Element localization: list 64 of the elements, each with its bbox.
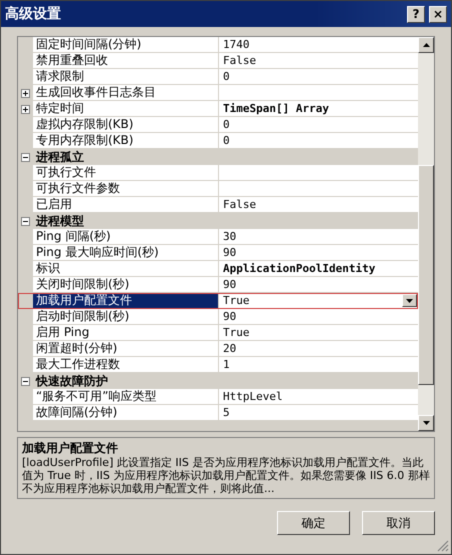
close-button[interactable]: × xyxy=(429,6,447,22)
property-value: True xyxy=(223,325,250,340)
property-name[interactable]: 专用内存限制(KB) xyxy=(33,133,219,149)
scroll-up-button[interactable] xyxy=(418,37,434,53)
up-arrow-icon xyxy=(422,43,430,47)
property-value: 0 xyxy=(223,133,231,148)
property-name[interactable]: Ping 间隔(秒) xyxy=(33,229,219,245)
property-value: False xyxy=(223,197,258,212)
property-value: 0 xyxy=(223,69,231,84)
property-value: TimeSpan[] Array xyxy=(223,101,330,116)
property-name[interactable]: 请求限制 xyxy=(33,69,219,85)
property-value: 1740 xyxy=(223,37,250,52)
property-value: 90 xyxy=(223,277,238,292)
property-name[interactable]: 关闭时间限制(秒) xyxy=(33,277,219,293)
category-label[interactable]: 进程孤立 xyxy=(33,149,84,165)
property-name[interactable]: 已启用 xyxy=(33,197,219,213)
property-value: False xyxy=(223,53,258,68)
property-name[interactable]: 启动时间限制(秒) xyxy=(33,309,219,325)
scroll-down-button[interactable] xyxy=(418,415,434,431)
property-value: 5 xyxy=(223,405,231,420)
selected-row-highlight[interactable]: 加载用户配置文件 True xyxy=(18,293,418,309)
property-value: HttpLevel xyxy=(223,389,284,404)
property-value: 30 xyxy=(223,229,238,244)
property-name[interactable]: 加载用户配置文件 xyxy=(33,293,219,309)
property-name[interactable]: 可执行文件 xyxy=(33,165,219,181)
window-title: 高级设置 xyxy=(5,5,62,23)
scroll-thumb[interactable] xyxy=(418,165,434,385)
collapse-icon[interactable] xyxy=(21,216,30,226)
property-value: 90 xyxy=(223,309,238,324)
down-arrow-icon xyxy=(422,421,430,425)
property-name[interactable]: 标识 xyxy=(33,261,219,277)
dropdown-button[interactable] xyxy=(402,294,417,307)
collapse-icon[interactable] xyxy=(21,152,30,162)
collapse-icon[interactable] xyxy=(21,376,30,386)
property-value: 0 xyxy=(223,117,231,132)
description-title: 加载用户配置文件 xyxy=(22,440,119,456)
property-name[interactable]: Ping 最大响应时间(秒) xyxy=(33,245,219,261)
property-name[interactable]: 启用 Ping xyxy=(33,325,219,341)
property-name[interactable]: 最大工作进程数 xyxy=(33,357,219,373)
expand-icon[interactable] xyxy=(21,104,30,114)
property-value: True xyxy=(223,293,250,308)
property-name[interactable]: “服务不可用”响应类型 xyxy=(33,389,219,405)
cancel-button[interactable]: 取消 xyxy=(362,511,435,535)
property-name[interactable]: 故障间隔(分钟) xyxy=(33,405,219,421)
scrollbar[interactable] xyxy=(418,37,434,431)
resize-grip-icon[interactable] xyxy=(437,540,449,552)
property-value: 20 xyxy=(223,341,238,356)
property-name[interactable]: 可执行文件参数 xyxy=(33,181,219,197)
property-value: 1 xyxy=(223,357,231,372)
property-value: ApplicationPoolIdentity xyxy=(223,261,376,276)
help-button[interactable]: ? xyxy=(407,6,425,22)
property-name[interactable]: 特定时间 xyxy=(33,101,219,117)
property-name[interactable]: 虚拟内存限制(KB) xyxy=(33,117,219,133)
property-name[interactable]: 闲置超时(分钟) xyxy=(33,341,219,357)
expand-icon[interactable] xyxy=(21,88,30,98)
property-value: 90 xyxy=(223,245,238,260)
category-label[interactable]: 进程模型 xyxy=(33,213,84,229)
property-name[interactable]: 生成回收事件日志条目 xyxy=(33,85,219,101)
property-name[interactable]: 禁用重叠回收 xyxy=(33,53,219,69)
category-label[interactable]: 快速故障防护 xyxy=(33,373,108,389)
description-text: [loadUserProfile] 此设置指定 IIS 是否为应用程序池标识加载用户配置文件。当此值为 True 时，IIS 为应用程序池标识加载用户配置文件。如果您需要像 IIS 6.0 那样不为应用程序池标识加载用户配置文件，则将此值... xyxy=(22,456,430,495)
ok-button[interactable]: 确定 xyxy=(277,511,350,535)
property-name[interactable]: 固定时间间隔(分钟) xyxy=(33,37,219,53)
caret-icon xyxy=(406,298,413,302)
